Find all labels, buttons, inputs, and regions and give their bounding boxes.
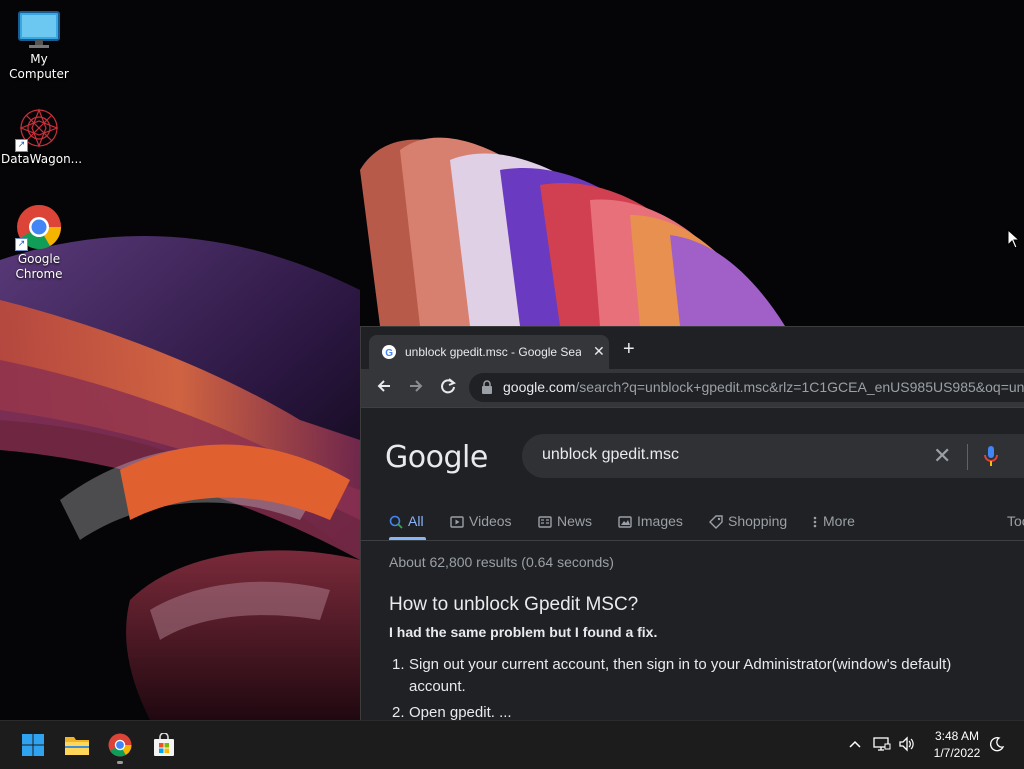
google-logo[interactable]: Google — [385, 440, 488, 475]
microsoft-store-icon[interactable] — [152, 733, 176, 757]
browser-toolbar: google.com/search?q=unblock+gpedit.msc&r… — [361, 369, 1024, 407]
url-text: google.com/search?q=unblock+gpedit.msc&r… — [503, 379, 1024, 395]
search-tabs: All Videos News Images Shopping More Too — [361, 504, 1024, 541]
tab-images[interactable]: Images — [618, 513, 683, 529]
active-tab-indicator — [389, 537, 426, 540]
tab-close-icon[interactable]: ✕ — [593, 343, 605, 360]
new-tab-button[interactable]: + — [623, 339, 635, 359]
clear-search-icon[interactable]: ✕ — [933, 443, 951, 469]
network-icon[interactable] — [873, 736, 891, 752]
tab-label: Videos — [469, 513, 512, 529]
reload-icon[interactable] — [439, 377, 457, 395]
back-arrow-icon[interactable] — [375, 377, 393, 395]
clock-time: 3:48 AM — [934, 729, 980, 743]
mouse-cursor-icon — [1007, 229, 1019, 249]
tab-label: News — [557, 513, 593, 529]
tab-more[interactable]: More — [812, 513, 855, 529]
browser-tab[interactable]: G unblock gpedit.msc - Google Search ✕ — [369, 335, 609, 369]
tab-all[interactable]: All — [389, 513, 424, 529]
result-subtitle: I had the same problem but I found a fix… — [389, 624, 658, 640]
focus-assist-moon-icon[interactable] — [989, 736, 1005, 752]
news-icon — [538, 516, 552, 528]
tab-shopping[interactable]: Shopping — [709, 513, 787, 529]
desktop-icon-datawagon[interactable]: ↗ DataWagon... — [1, 106, 82, 167]
chrome-taskbar-icon[interactable] — [108, 733, 132, 757]
tag-icon — [709, 515, 723, 529]
chrome-window[interactable]: G unblock gpedit.msc - Google Search ✕ +… — [360, 326, 1024, 721]
list-item-text: Sign out your current account, then sign… — [409, 656, 952, 695]
svg-text:G: G — [385, 348, 393, 359]
tab-label: All — [408, 513, 424, 529]
tab-strip: G unblock gpedit.msc - Google Search ✕ + — [361, 327, 1024, 369]
list-item-text: Open gpedit. ... — [409, 704, 512, 721]
shortcut-arrow-icon: ↗ — [15, 139, 28, 152]
taskbar: 3:48 AM 1/7/2022 — [0, 720, 1024, 769]
desktop-icon-label: My Computer — [9, 52, 69, 81]
tab-tools[interactable]: Too — [1007, 513, 1024, 529]
search-divider — [967, 444, 968, 470]
windows-start-icon[interactable] — [21, 733, 45, 757]
search-icon — [389, 515, 403, 529]
search-query: unblock gpedit.msc — [542, 446, 679, 463]
forward-arrow-icon[interactable] — [407, 377, 425, 395]
file-explorer-icon[interactable] — [64, 733, 90, 757]
list-item: 2. Open gpedit. ... — [389, 702, 1009, 721]
address-bar[interactable]: google.com/search?q=unblock+gpedit.msc&r… — [469, 373, 1024, 402]
list-item-number: 1. — [392, 656, 405, 673]
image-icon — [618, 516, 632, 528]
result-steps: 1. Sign out your current account, then s… — [389, 654, 1009, 721]
result-stats: About 62,800 results (0.64 seconds) — [389, 554, 614, 570]
tab-title: unblock gpedit.msc - Google Search — [405, 345, 581, 359]
list-item-number: 2. — [392, 704, 405, 721]
google-favicon-icon: G — [382, 345, 396, 359]
monitor-icon — [18, 11, 60, 48]
video-icon — [450, 516, 464, 528]
more-dots-icon — [813, 516, 817, 528]
result-title[interactable]: How to unblock Gpedit MSC? — [389, 594, 638, 616]
url-path: /search?q=unblock+gpedit.msc&rlz=1C1GCEA… — [575, 379, 1024, 395]
tab-news[interactable]: News — [538, 513, 592, 529]
desktop-icon-my-computer[interactable]: My Computer — [1, 10, 77, 82]
clock-date: 1/7/2022 — [933, 746, 981, 760]
search-input[interactable]: unblock gpedit.msc ✕ — [522, 434, 1024, 478]
desktop-icon-google-chrome[interactable]: ↗ Google Chrome — [1, 204, 77, 282]
tab-label: Shopping — [728, 513, 788, 529]
url-host: google.com — [503, 379, 576, 395]
running-app-indicator — [117, 761, 123, 764]
volume-icon[interactable] — [898, 736, 914, 752]
tab-label: Too — [1007, 513, 1024, 529]
google-results-page: Google unblock gpedit.msc ✕ All Videos N… — [361, 407, 1024, 721]
lock-icon[interactable] — [481, 380, 493, 394]
tab-label: More — [823, 513, 855, 529]
list-item: 1. Sign out your current account, then s… — [389, 654, 1009, 698]
desktop-icon-label: DataWagon... — [1, 152, 83, 166]
desktop-icon-label-line2: Chrome — [15, 267, 63, 281]
tab-label: Images — [637, 513, 683, 529]
shortcut-arrow-icon: ↗ — [15, 238, 28, 251]
tab-videos[interactable]: Videos — [450, 513, 512, 529]
microphone-icon[interactable] — [984, 445, 998, 467]
show-hidden-icons-chevron-icon[interactable] — [848, 738, 862, 750]
system-clock[interactable]: 3:48 AM 1/7/2022 — [928, 728, 986, 762]
desktop-icon-label: Google — [17, 252, 61, 266]
